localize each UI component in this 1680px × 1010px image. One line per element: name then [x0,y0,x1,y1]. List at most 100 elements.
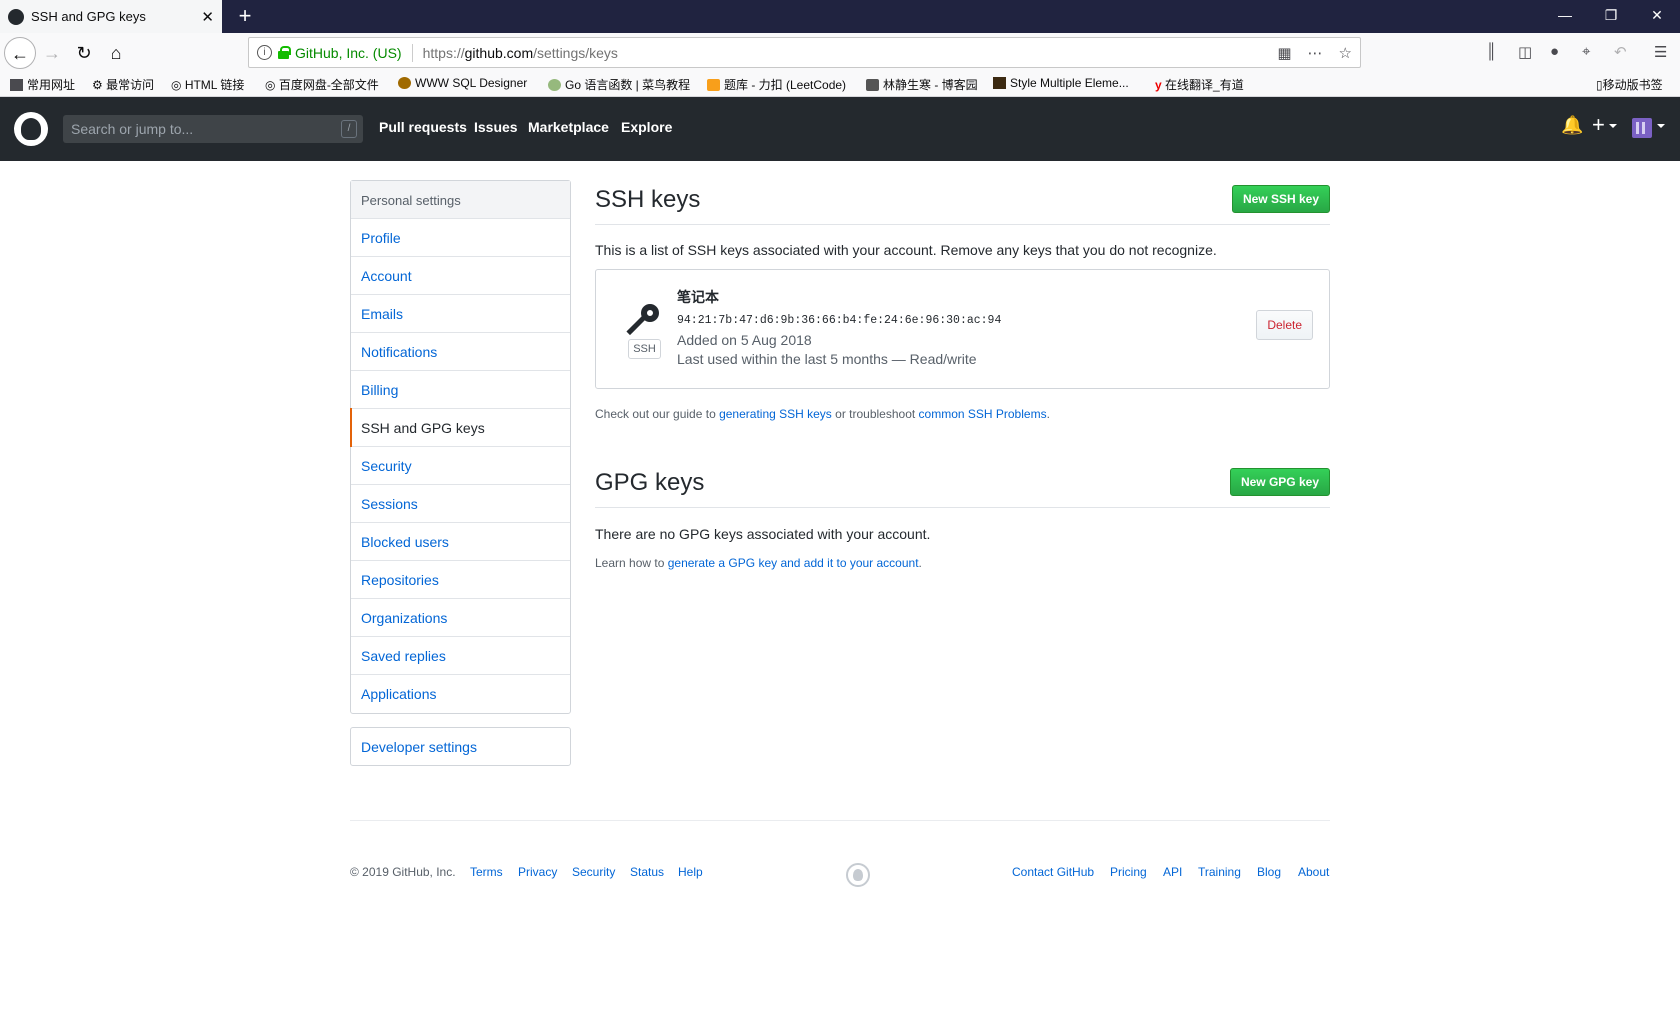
sidebar-item-emails[interactable]: Emails [351,295,570,333]
search-input[interactable]: Search or jump to... / [63,115,363,143]
site-info-icon[interactable]: i [257,45,272,60]
nav-issues[interactable]: Issues [474,119,518,135]
search-placeholder: Search or jump to... [71,121,194,137]
footer-link-terms[interactable]: Terms [470,865,503,879]
crop-icon[interactable]: ⌖ [1582,43,1590,60]
sidebar-item-saved-replies[interactable]: Saved replies [351,637,570,675]
new-tab-button[interactable]: + [230,2,260,30]
folder-icon [10,78,23,91]
avatar[interactable] [1632,118,1652,138]
github-footer-logo-icon[interactable] [846,863,870,887]
delete-ssh-key-button[interactable]: Delete [1256,310,1313,340]
common-ssh-problems-link[interactable]: common SSH Problems [919,407,1047,421]
gpg-keys-title: GPG keys [595,469,705,496]
bookmark-item[interactable]: WWW SQL Designer [398,76,527,90]
bookmark-item[interactable]: 常用网址 [10,76,75,93]
more-icon[interactable]: ⋯ [1308,44,1323,62]
footer-link-contact[interactable]: Contact GitHub [1012,865,1094,879]
globe-icon: ◎ [265,77,279,92]
sidebar-icon[interactable]: ◫ [1518,43,1532,61]
forward-button[interactable]: → [36,37,68,69]
bookmark-star-icon[interactable]: ☆ [1339,44,1352,62]
new-ssh-key-button[interactable]: New SSH key [1231,185,1330,213]
footer-link-blog[interactable]: Blog [1257,865,1281,879]
ssh-key-details: 笔记本 94:21:7b:47:d6:9b:36:66:b4:fe:24:6e:… [677,287,1001,367]
footer-link-privacy[interactable]: Privacy [518,865,557,879]
footer-link-pricing[interactable]: Pricing [1110,865,1147,879]
sidebar-item-developer-settings[interactable]: Developer settings [350,727,571,766]
mobile-bookmarks[interactable]: ▯ 移动版书签 [1596,76,1663,93]
bookmark-item[interactable]: Go 语言函数 | 菜鸟教程 [548,76,690,93]
footer-link-api[interactable]: API [1163,865,1182,879]
qr-code-icon[interactable]: ▦ [1277,44,1291,62]
tab-title: SSH and GPG keys [31,9,146,24]
url-text[interactable]: https://github.com/settings/keys [423,45,1262,61]
sidebar-item-security[interactable]: Security [351,447,570,485]
main-content: SSH keys New SSH key This is a list of S… [595,180,1330,570]
ssh-keys-description: This is a list of SSH keys associated wi… [595,242,1217,258]
github-header: Search or jump to... / Pull requests Iss… [0,97,1680,161]
sidebar-item-organizations[interactable]: Organizations [351,599,570,637]
gpg-empty-message: There are no GPG keys associated with yo… [595,526,931,542]
nav-explore[interactable]: Explore [621,119,672,135]
sidebar-item-billing[interactable]: Billing [351,371,570,409]
bookmark-item[interactable]: 题库 - 力扣 (LeetCode) [707,76,846,93]
notifications-bell-icon[interactable]: 🔔 [1561,115,1583,136]
generate-gpg-key-link[interactable]: generate a GPG key and add it to your ac… [668,556,919,570]
mobile-icon: ▯ [1596,77,1603,92]
bookmark-item[interactable]: 林静生寒 - 博客园 [866,76,978,93]
sidebar-item-profile[interactable]: Profile [351,219,570,257]
menu-icon[interactable]: ☰ [1654,43,1667,61]
restore-window-icon[interactable]: ❐ [1588,0,1634,33]
sidebar-item-account[interactable]: Account [351,257,570,295]
search-shortcut-key: / [341,120,357,138]
key-icon [626,304,660,336]
ssh-key-last-used: Last used within the last 5 months — Rea… [677,351,977,367]
sidebar-item-notifications[interactable]: Notifications [351,333,570,371]
runoob-icon [548,78,561,91]
lock-icon [278,46,291,59]
bookmark-item[interactable]: ◎ 百度网盘-全部文件 [265,76,379,93]
nav-marketplace[interactable]: Marketplace [528,119,609,135]
sidebar-item-ssh-gpg-keys[interactable]: SSH and GPG keys [350,408,570,447]
nav-pull-requests[interactable]: Pull requests [379,119,467,135]
gpg-keys-header: GPG keys New GPG key [595,463,1330,508]
library-icon[interactable]: ║ [1486,43,1497,60]
tab-close-icon[interactable]: ✕ [201,8,214,26]
footer-link-training[interactable]: Training [1198,865,1241,879]
close-window-icon[interactable]: ✕ [1634,0,1680,33]
generating-ssh-keys-link[interactable]: generating SSH keys [719,407,832,421]
footer-link-about[interactable]: About [1298,865,1329,879]
bookmark-item[interactable]: Style Multiple Eleme... [993,76,1129,90]
back-button[interactable]: ← [4,37,36,69]
ssh-badge: SSH [628,339,661,359]
sidebar-item-blocked-users[interactable]: Blocked users [351,523,570,561]
sidebar-item-repositories[interactable]: Repositories [351,561,570,599]
new-gpg-key-button[interactable]: New GPG key [1229,468,1330,496]
chevron-down-icon [1657,124,1665,128]
github-logo-icon[interactable] [14,112,48,146]
minimize-window-icon[interactable]: — [1542,0,1588,33]
sidebar-item-sessions[interactable]: Sessions [351,485,570,523]
sql-designer-icon [398,77,411,89]
ssh-keys-header: SSH keys New SSH key [595,180,1330,225]
footer-link-security[interactable]: Security [572,865,615,879]
sidebar-heading: Personal settings [351,181,570,219]
browser-tab-active[interactable]: SSH and GPG keys ✕ [0,0,222,33]
ssh-key-fingerprint: 94:21:7b:47:d6:9b:36:66:b4:fe:24:6e:96:3… [677,314,1002,327]
footer-link-help[interactable]: Help [678,865,703,879]
url-separator [411,43,413,62]
footer-link-status[interactable]: Status [630,865,664,879]
bookmark-item[interactable]: y 在线翻译_有道 [1155,76,1244,93]
bookmark-item[interactable]: ⚙ 最常访问 [92,76,154,93]
github-favicon-icon [8,8,24,25]
sidebar-item-applications[interactable]: Applications [351,675,570,713]
create-new-plus-icon[interactable]: + [1592,112,1605,138]
undo-icon[interactable]: ↶ [1614,43,1627,61]
cnblogs-icon [866,78,879,91]
home-button[interactable]: ⌂ [100,37,132,69]
chat-icon[interactable]: ● [1550,43,1559,60]
reload-button[interactable]: ↻ [68,37,100,69]
address-bar[interactable]: i GitHub, Inc. (US) https://github.com/s… [248,37,1361,68]
bookmark-item[interactable]: ◎ HTML 链接 [171,76,244,93]
